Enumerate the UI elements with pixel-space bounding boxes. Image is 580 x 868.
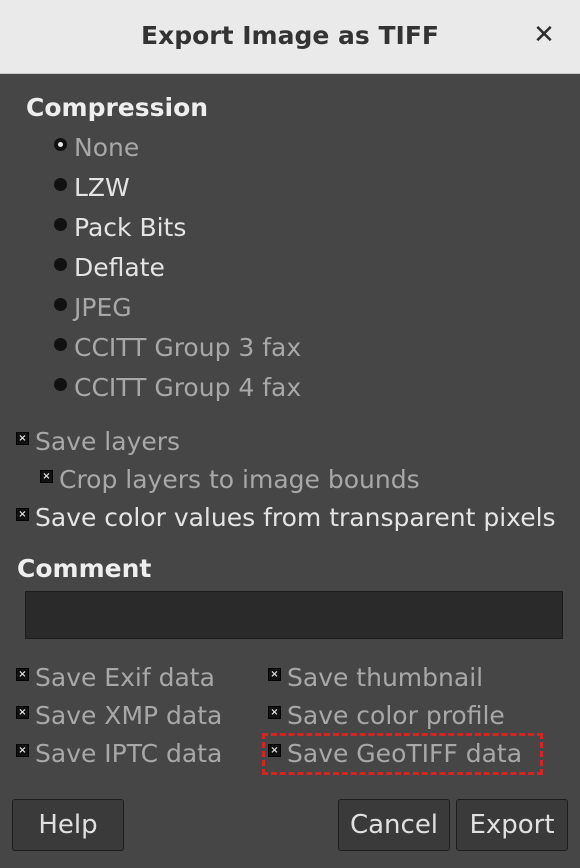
checkbox-label: Crop layers to image bounds (59, 465, 420, 494)
checkbox-save-geotiff[interactable]: × Save GeoTIFF data (268, 739, 522, 768)
checkbox-label: Save thumbnail (287, 663, 484, 692)
radio-label: None (74, 133, 140, 162)
comment-heading: Comment (17, 554, 152, 583)
radio-label: JPEG (74, 293, 132, 322)
checkbox-save-thumbnail[interactable]: × Save thumbnail (268, 663, 483, 692)
checkbox-checked-icon: × (16, 744, 29, 757)
radio-label: CCITT Group 4 fax (74, 373, 302, 402)
checkbox-save-iptc[interactable]: × Save IPTC data (16, 739, 222, 768)
comment-input[interactable] (25, 591, 563, 639)
radio-compression-jpeg[interactable]: JPEG (54, 293, 132, 322)
export-button[interactable]: Export (456, 799, 568, 851)
radio-icon (54, 338, 67, 351)
cancel-button[interactable]: Cancel (338, 799, 450, 851)
radio-label: CCITT Group 3 fax (74, 333, 302, 362)
close-icon[interactable]: ✕ (532, 20, 556, 50)
checkbox-checked-icon: × (268, 744, 281, 757)
checkbox-label: Save color profile (287, 701, 505, 730)
title-bar: Export Image as TIFF ✕ (0, 0, 580, 74)
dialog-title: Export Image as TIFF (141, 21, 439, 50)
checkbox-checked-icon: × (16, 432, 29, 445)
radio-compression-packbits[interactable]: Pack Bits (54, 213, 186, 242)
radio-icon (54, 178, 67, 191)
radio-compression-ccitt4[interactable]: CCITT Group 4 fax (54, 373, 301, 402)
radio-icon (54, 298, 67, 311)
radio-label: Deflate (74, 253, 165, 282)
radio-compression-deflate[interactable]: Deflate (54, 253, 165, 282)
radio-compression-lzw[interactable]: LZW (54, 173, 130, 202)
checkbox-label: Save IPTC data (35, 739, 223, 768)
radio-compression-ccitt3[interactable]: CCITT Group 3 fax (54, 333, 301, 362)
checkbox-checked-icon: × (16, 508, 29, 521)
radio-label: LZW (74, 173, 130, 202)
checkbox-label: Save Exif data (35, 663, 215, 692)
checkbox-checked-icon: × (16, 706, 29, 719)
checkbox-label: Save XMP data (35, 701, 223, 730)
checkbox-checked-icon: × (40, 470, 53, 483)
checkbox-save-color-profile[interactable]: × Save color profile (268, 701, 505, 730)
compression-heading: Compression (26, 93, 209, 122)
checkbox-checked-icon: × (268, 706, 281, 719)
checkbox-save-exif[interactable]: × Save Exif data (16, 663, 215, 692)
radio-icon (54, 378, 67, 391)
checkbox-save-layers[interactable]: × Save layers (16, 427, 180, 456)
radio-selected-icon (54, 138, 67, 151)
checkbox-save-xmp[interactable]: × Save XMP data (16, 701, 222, 730)
checkbox-checked-icon: × (268, 668, 281, 681)
checkbox-label: Save layers (35, 427, 181, 456)
checkbox-label: Save GeoTIFF data (287, 739, 523, 768)
checkbox-checked-icon: × (16, 668, 29, 681)
checkbox-crop-layers[interactable]: × Crop layers to image bounds (40, 465, 420, 494)
radio-icon (54, 218, 67, 231)
radio-icon (54, 258, 67, 271)
radio-label: Pack Bits (74, 213, 187, 242)
help-button[interactable]: Help (12, 799, 124, 851)
radio-compression-none[interactable]: None (54, 133, 139, 162)
checkbox-label: Save color values from transparent pixel… (35, 503, 556, 532)
checkbox-save-color-values[interactable]: × Save color values from transparent pix… (16, 503, 556, 532)
